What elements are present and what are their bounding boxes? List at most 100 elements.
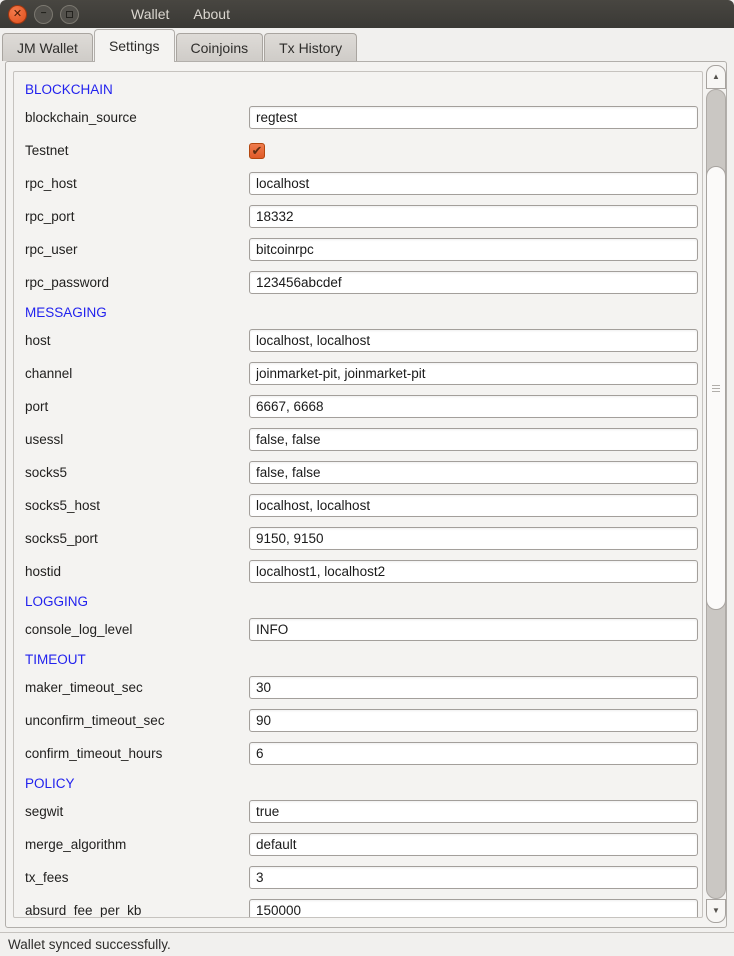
absurd_fee_per_kb-input[interactable] (249, 899, 698, 918)
settings-form: BLOCKCHAIN blockchain_source Testnet✔ rpc_h… (14, 72, 702, 918)
tx_fees-input[interactable] (249, 866, 698, 889)
field-label: console_log_level (25, 622, 249, 637)
settings-row: tx_fees (25, 866, 702, 889)
maximize-button[interactable] (60, 5, 79, 24)
channel-input[interactable] (249, 362, 698, 385)
titlebar: ✕ − Wallet About (0, 0, 734, 28)
segwit-input[interactable] (249, 800, 698, 823)
scrollbar-up-button[interactable]: ▲ (706, 65, 726, 89)
settings-row: socks5_port (25, 527, 702, 550)
blockchain_source-input[interactable] (249, 106, 698, 129)
rpc_password-input[interactable] (249, 271, 698, 294)
section-header-logging: LOGGING (25, 593, 702, 610)
field-label: maker_timeout_sec (25, 680, 249, 695)
tab-coinjoins[interactable]: Coinjoins (176, 33, 264, 61)
maximize-icon (66, 11, 73, 18)
console_log_level-input[interactable] (249, 618, 698, 641)
scrollbar-track[interactable] (706, 89, 726, 899)
field-label: unconfirm_timeout_sec (25, 713, 249, 728)
field-label: socks5_port (25, 531, 249, 546)
merge_algorithm-input[interactable] (249, 833, 698, 856)
field-label: rpc_port (25, 209, 249, 224)
field-label: hostid (25, 564, 249, 579)
field-label: socks5 (25, 465, 249, 480)
arrow-down-icon: ▼ (712, 907, 720, 915)
menu-wallet[interactable]: Wallet (121, 2, 179, 26)
rpc_port-input[interactable] (249, 205, 698, 228)
section-header-blockchain: BLOCKCHAIN (25, 81, 702, 98)
settings-row: rpc_user (25, 238, 702, 261)
settings-row: hostid (25, 560, 702, 583)
section-header-policy: POLICY (25, 775, 702, 792)
settings-row: usessl (25, 428, 702, 451)
vertical-scrollbar[interactable]: ▲ ▼ (706, 65, 726, 923)
settings-row: socks5 (25, 461, 702, 484)
settings-row: merge_algorithm (25, 833, 702, 856)
field-label: segwit (25, 804, 249, 819)
field-label: rpc_user (25, 242, 249, 257)
menubar: Wallet About (121, 2, 240, 26)
port-input[interactable] (249, 395, 698, 418)
settings-row: rpc_password (25, 271, 702, 294)
minimize-button[interactable]: − (34, 5, 53, 24)
scrollbar-down-button[interactable]: ▼ (706, 899, 726, 923)
settings-row: confirm_timeout_hours (25, 742, 702, 765)
settings-row: absurd_fee_per_kb (25, 899, 702, 918)
settings-pane: BLOCKCHAIN blockchain_source Testnet✔ rpc_h… (5, 61, 727, 928)
rpc_user-input[interactable] (249, 238, 698, 261)
close-button[interactable]: ✕ (8, 5, 27, 24)
window-controls: ✕ − (8, 5, 79, 24)
settings-row: port (25, 395, 702, 418)
field-label: confirm_timeout_hours (25, 746, 249, 761)
settings-row: console_log_level (25, 618, 702, 641)
status-bar: Wallet synced successfully. (0, 932, 734, 956)
settings-row: channel (25, 362, 702, 385)
field-label: usessl (25, 432, 249, 447)
rpc_host-input[interactable] (249, 172, 698, 195)
field-label: channel (25, 366, 249, 381)
field-label: port (25, 399, 249, 414)
unconfirm_timeout_sec-input[interactable] (249, 709, 698, 732)
tab-tx-history[interactable]: Tx History (264, 33, 357, 61)
field-label: socks5_host (25, 498, 249, 513)
status-text: Wallet synced successfully. (8, 937, 171, 952)
minimize-icon: − (41, 9, 47, 19)
settings-row: unconfirm_timeout_sec (25, 709, 702, 732)
settings-row: blockchain_source (25, 106, 702, 129)
testnet-checkbox[interactable]: ✔ (249, 143, 265, 159)
section-header-timeout: TIMEOUT (25, 651, 702, 668)
section-header-messaging: MESSAGING (25, 304, 702, 321)
arrow-up-icon: ▲ (712, 73, 720, 81)
settings-row: segwit (25, 800, 702, 823)
socks5_host-input[interactable] (249, 494, 698, 517)
settings-row: maker_timeout_sec (25, 676, 702, 699)
maker_timeout_sec-input[interactable] (249, 676, 698, 699)
settings-row: rpc_host (25, 172, 702, 195)
field-label: host (25, 333, 249, 348)
field-label: tx_fees (25, 870, 249, 885)
settings-row: socks5_host (25, 494, 702, 517)
socks5_port-input[interactable] (249, 527, 698, 550)
field-label: absurd_fee_per_kb (25, 903, 249, 918)
settings-row: rpc_port (25, 205, 702, 228)
socks5-input[interactable] (249, 461, 698, 484)
scrollbar-thumb[interactable] (706, 166, 726, 610)
field-label: rpc_host (25, 176, 249, 191)
tab-bar: JM WalletSettingsCoinjoinsTx History (0, 28, 734, 61)
settings-row: host (25, 329, 702, 352)
close-icon: ✕ (13, 9, 22, 20)
field-label: merge_algorithm (25, 837, 249, 852)
grip-icon (712, 383, 720, 394)
field-label: Testnet (25, 143, 249, 158)
field-label: blockchain_source (25, 110, 249, 125)
tab-jm-wallet[interactable]: JM Wallet (2, 33, 93, 61)
host-input[interactable] (249, 329, 698, 352)
hostid-input[interactable] (249, 560, 698, 583)
confirm_timeout_hours-input[interactable] (249, 742, 698, 765)
menu-about[interactable]: About (183, 2, 240, 26)
settings-row: Testnet✔ (25, 139, 702, 162)
usessl-input[interactable] (249, 428, 698, 451)
field-label: rpc_password (25, 275, 249, 290)
tab-settings[interactable]: Settings (94, 29, 175, 62)
settings-form-frame: BLOCKCHAIN blockchain_source Testnet✔ rpc_h… (13, 71, 703, 918)
